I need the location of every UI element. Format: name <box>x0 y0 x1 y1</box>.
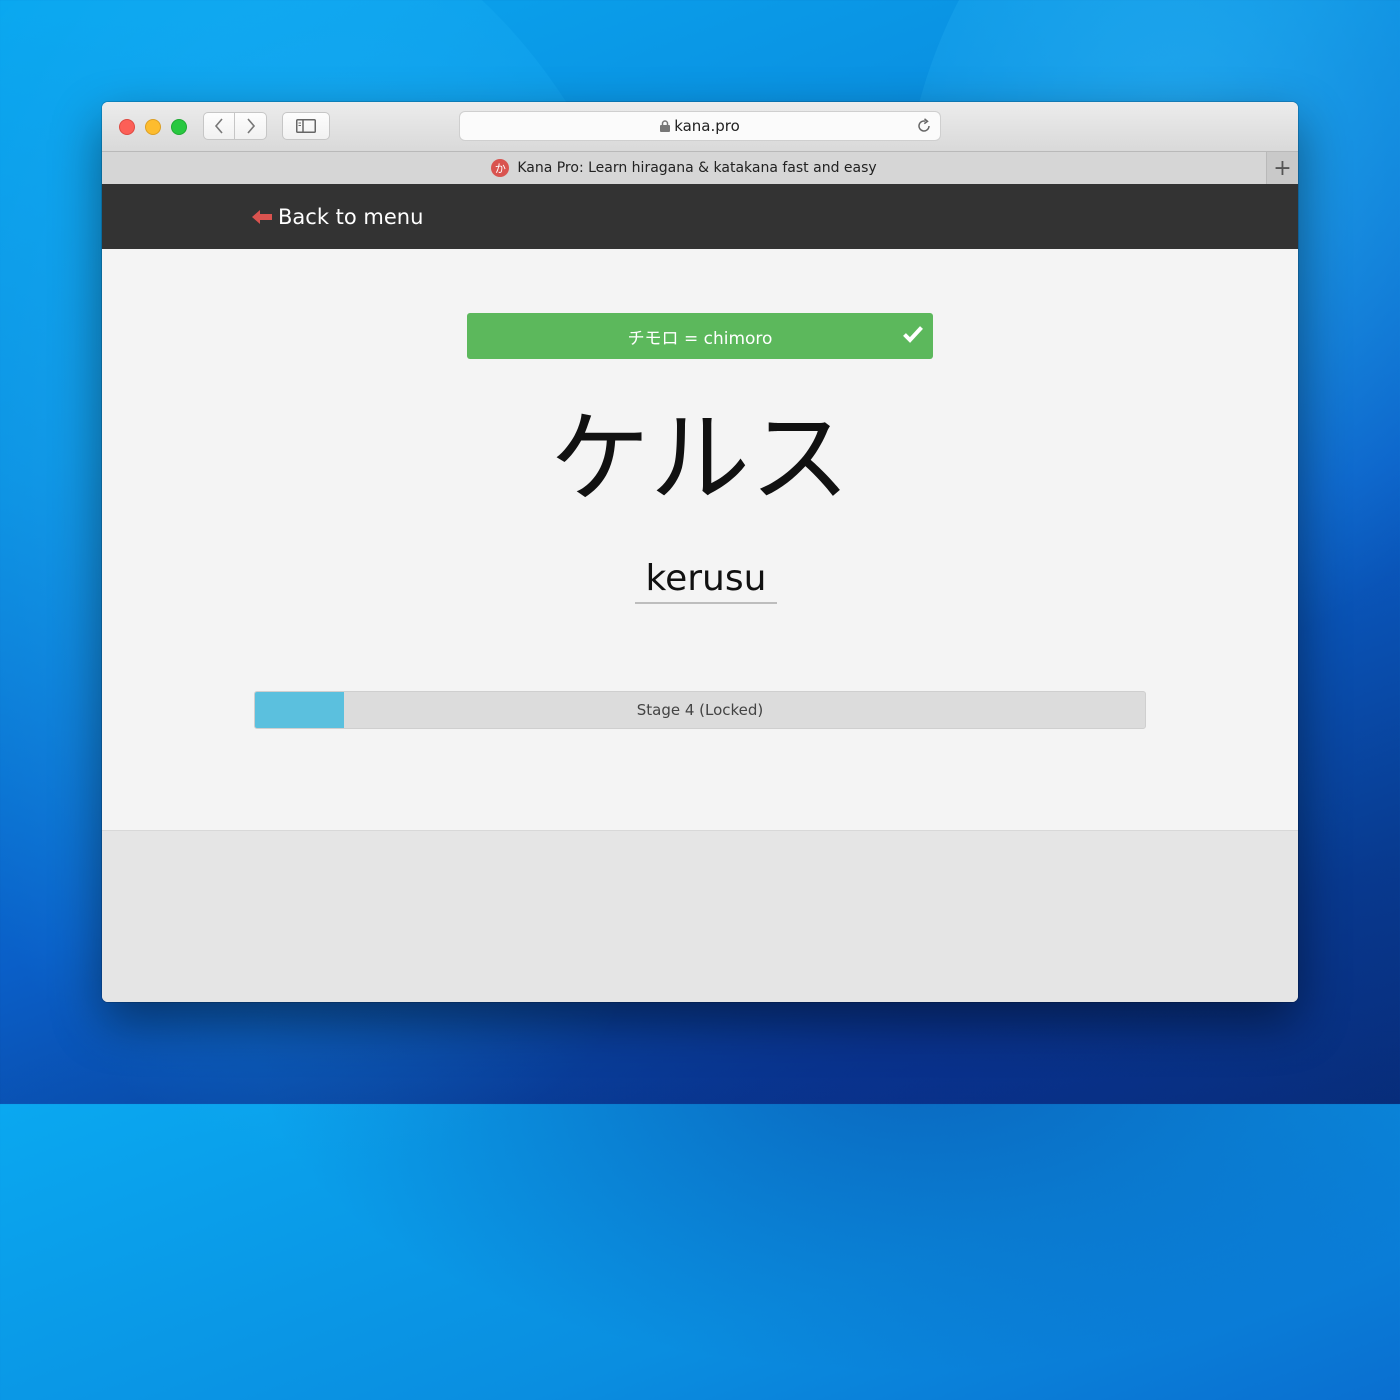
browser-window: kana.pro か Kana Pro: Learn hiragana & ka… <box>102 102 1298 1002</box>
chevron-right-icon <box>246 118 255 134</box>
stage-progress-bar: Stage 4 (Locked) <box>254 691 1146 729</box>
reload-icon[interactable] <box>916 118 932 134</box>
page-header: Back to menu <box>102 184 1298 249</box>
active-tab[interactable]: か Kana Pro: Learn hiragana & katakana fa… <box>102 152 1266 184</box>
browser-toolbar: kana.pro <box>102 102 1298 152</box>
browser-back-button[interactable] <box>203 112 235 140</box>
close-window-button[interactable] <box>119 119 135 135</box>
quiz-area: チモロ = chimoro ケルス Stage 4 (Locked) <box>102 249 1298 831</box>
back-to-menu-link[interactable]: Back to menu <box>252 202 423 232</box>
chevron-left-icon <box>214 118 223 134</box>
url-text: kana.pro <box>674 117 740 135</box>
arrow-left-icon <box>252 210 272 224</box>
check-icon <box>903 326 923 343</box>
sidebar-icon <box>296 119 316 133</box>
page-footer <box>102 831 1298 1002</box>
address-bar[interactable]: kana.pro <box>459 111 941 141</box>
tab-title: Kana Pro: Learn hiragana & katakana fast… <box>517 160 877 176</box>
back-to-menu-label: Back to menu <box>278 205 424 229</box>
progress-label: Stage 4 (Locked) <box>636 701 764 719</box>
page-content: Back to menu チモロ = chimoro ケルス Stage 4 (… <box>102 184 1298 1002</box>
previous-answer-feedback: チモロ = chimoro <box>467 313 933 359</box>
feedback-text: チモロ = chimoro <box>627 328 773 349</box>
browser-forward-button[interactable] <box>235 112 267 140</box>
minimize-window-button[interactable] <box>145 119 161 135</box>
lock-icon <box>660 120 671 132</box>
favicon-icon: か <box>491 159 510 177</box>
zoom-window-button[interactable] <box>171 119 187 135</box>
answer-input[interactable] <box>635 554 777 604</box>
kana-prompt: ケルス <box>550 400 850 517</box>
new-tab-button[interactable]: + <box>1266 152 1298 184</box>
tab-bar: か Kana Pro: Learn hiragana & katakana fa… <box>102 152 1298 185</box>
sidebar-toggle-button[interactable] <box>282 112 330 140</box>
